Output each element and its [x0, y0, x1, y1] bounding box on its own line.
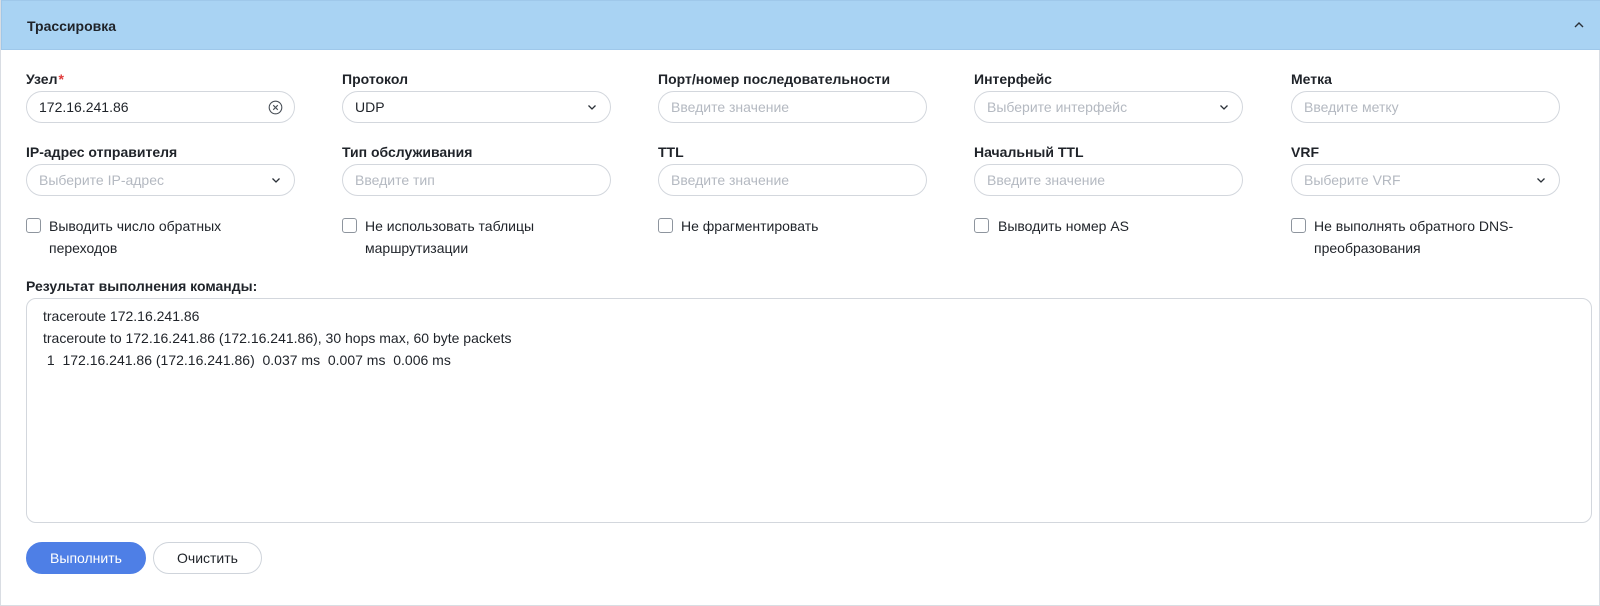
output-line: traceroute 172.16.241.86: [43, 308, 200, 324]
mark-input[interactable]: Введите метку: [1291, 91, 1560, 123]
clear-circle-icon[interactable]: [268, 100, 283, 115]
interface-label: Интерфейс: [974, 71, 1052, 87]
checkbox-label-line: Выводить число обратных: [49, 218, 222, 234]
protocol-select[interactable]: UDP: [342, 91, 611, 123]
chevron-down-icon: [1220, 105, 1228, 110]
checkbox-no-reverse-dns-label: Не выполнять обратного DNS- преобразован…: [1314, 215, 1513, 259]
result-label: Результат выполнения команды:: [26, 278, 258, 294]
vrf-select-placeholder: Выберите VRF: [1304, 172, 1401, 188]
command-output[interactable]: traceroute 172.16.241.86 traceroute to 17…: [26, 298, 1592, 523]
mark-label: Метка: [1291, 71, 1332, 87]
source-ip-select[interactable]: Выберите IP-адрес: [26, 164, 295, 196]
checkbox-label-line: Не фрагментировать: [681, 218, 819, 234]
output-line: traceroute to 172.16.241.86 (172.16.241.…: [43, 330, 512, 346]
ttl-input[interactable]: Введите значение: [658, 164, 927, 196]
checkbox-label-line: маршрутизации: [365, 240, 469, 256]
port-input[interactable]: Введите значение: [658, 91, 927, 123]
vrf-label: VRF: [1291, 144, 1319, 160]
output-line: 1 172.16.241.86 (172.16.241.86) 0.037 ms…: [43, 352, 451, 368]
node-input[interactable]: 172.16.241.86: [26, 91, 295, 123]
checkbox-no-routing-tables[interactable]: [342, 218, 357, 233]
chevron-down-icon: [588, 105, 596, 110]
node-label-text: Узел: [26, 71, 58, 87]
run-button[interactable]: Выполнить: [26, 542, 146, 574]
vrf-select[interactable]: Выберите VRF: [1291, 164, 1560, 196]
node-label: Узел*: [26, 71, 64, 87]
required-mark: *: [58, 71, 64, 87]
service-type-input-placeholder: Введите тип: [355, 172, 435, 188]
checkbox-dont-fragment-label: Не фрагментировать: [681, 215, 818, 237]
port-input-placeholder: Введите значение: [671, 99, 790, 115]
checkbox-show-as[interactable]: [974, 218, 989, 233]
checkbox-label-line: Не использовать таблицы: [365, 218, 535, 234]
service-type-input[interactable]: Введите тип: [342, 164, 611, 196]
port-label: Порт/номер последовательности: [658, 71, 891, 87]
initial-ttl-input[interactable]: Введите значение: [974, 164, 1243, 196]
checkbox-no-routing-tables-label: Не использовать таблицы маршрутизации: [365, 215, 534, 259]
initial-ttl-input-placeholder: Введите значение: [987, 172, 1106, 188]
checkbox-reverse-hops-label: Выводить число обратных переходов: [49, 215, 221, 259]
checkbox-dont-fragment[interactable]: [658, 218, 673, 233]
traceroute-panel: Трассировка Узел* Протокол Порт/номер по…: [0, 0, 1600, 606]
chevron-down-icon: [1537, 178, 1545, 183]
checkbox-no-reverse-dns[interactable]: [1291, 218, 1306, 233]
protocol-select-value: UDP: [355, 99, 385, 115]
chevron-up-icon[interactable]: [1572, 18, 1586, 32]
ttl-label: TTL: [658, 144, 684, 160]
checkbox-reverse-hops[interactable]: [26, 218, 41, 233]
interface-select[interactable]: Выберите интерфейс: [974, 91, 1243, 123]
service-type-label: Тип обслуживания: [342, 144, 473, 160]
panel-title: Трассировка: [27, 18, 117, 34]
source-ip-label: IP-адрес отправителя: [26, 144, 178, 160]
checkbox-show-as-label: Выводить номер AS: [998, 215, 1129, 237]
ttl-input-placeholder: Введите значение: [671, 172, 790, 188]
initial-ttl-label: Начальный TTL: [974, 144, 1084, 160]
node-input-value: 172.16.241.86: [39, 99, 129, 115]
checkbox-label-line: преобразования: [1314, 240, 1421, 256]
mark-input-placeholder: Введите метку: [1304, 99, 1399, 115]
clear-button[interactable]: Очистить: [153, 542, 262, 574]
panel-header[interactable]: Трассировка: [1, 0, 1600, 50]
source-ip-select-placeholder: Выберите IP-адрес: [39, 172, 165, 188]
protocol-label: Протокол: [342, 71, 408, 87]
checkbox-label-line: Выводить номер AS: [998, 218, 1130, 234]
chevron-down-icon: [272, 178, 280, 183]
checkbox-label-line: переходов: [49, 240, 118, 256]
interface-select-placeholder: Выберите интерфейс: [987, 99, 1128, 115]
checkbox-label-line: Не выполнять обратного DNS-: [1314, 218, 1514, 234]
